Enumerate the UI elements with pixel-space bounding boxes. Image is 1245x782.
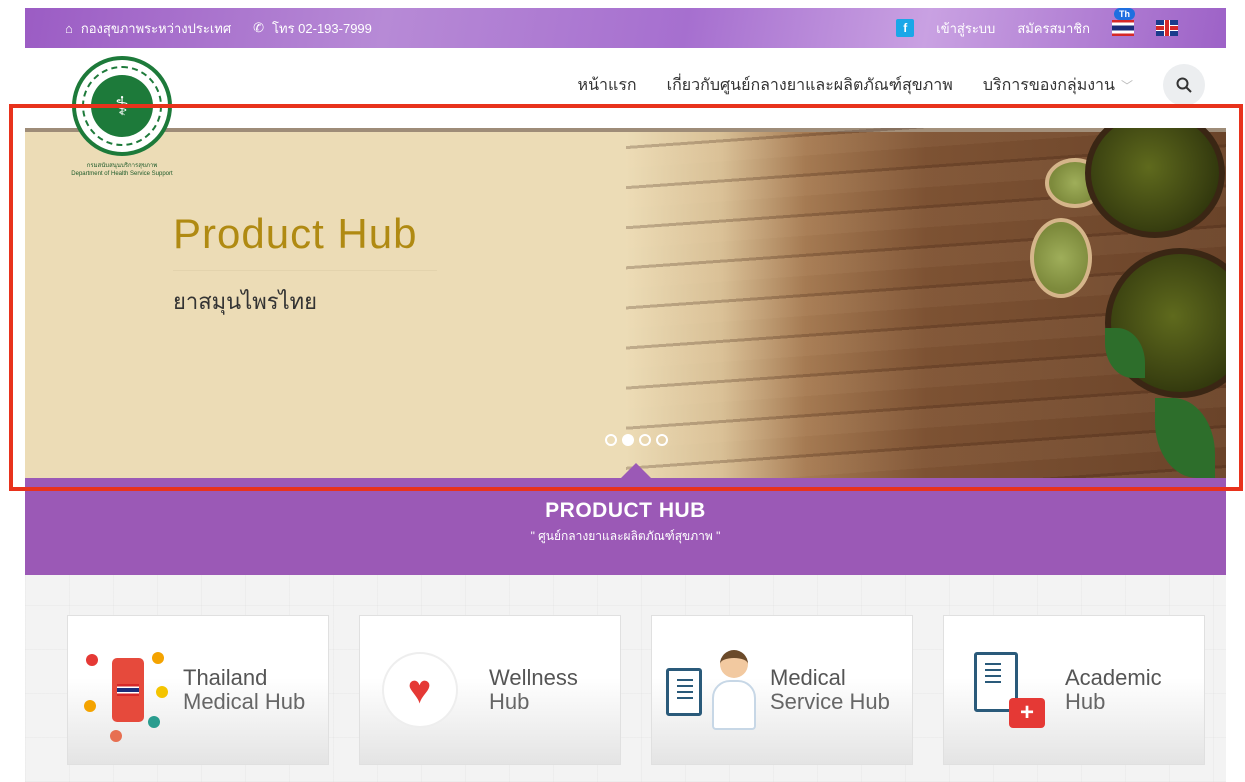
card-1-line-1: Thailand	[183, 665, 268, 690]
search-icon	[1176, 77, 1192, 93]
org-label: กองสุขภาพระหว่างประเทศ	[80, 20, 232, 36]
nav-item-home[interactable]: หน้าแรก	[578, 73, 637, 98]
nav-item-services-label: บริการของกลุ่มงาน	[982, 76, 1115, 94]
slider-dot-4[interactable]	[656, 434, 668, 446]
product-hub-title: PRODUCT HUB	[545, 499, 706, 522]
card-academic-hub[interactable]: + Academic Hub	[943, 615, 1205, 765]
language-badge: Th	[1114, 8, 1135, 20]
slider-dot-2[interactable]	[622, 434, 634, 446]
card-2-line-1: Wellness	[489, 665, 578, 690]
phone-icon: ✆	[253, 20, 265, 35]
org-link[interactable]: ⌂ กองสุขภาพระหว่างประเทศ	[65, 18, 231, 39]
logo-line-2: Department of Health Service Support	[71, 171, 173, 177]
card-1-line-2: Medical Hub	[183, 689, 306, 714]
hero-slider[interactable]: Product Hub ยาสมุนไพรไทย	[25, 128, 1226, 478]
nav-item-about[interactable]: เกี่ยวกับศูนย์กลางยาและผลิตภัณฑ์สุขภาพ	[667, 73, 953, 98]
slider-dots	[605, 434, 668, 446]
product-hub-subtitle: " ศูนย์กลางยาและผลิตภัณฑ์สุขภาพ "	[530, 529, 721, 543]
card-2-line-2: Hub	[489, 689, 530, 714]
slider-dot-3[interactable]	[639, 434, 651, 446]
chevron-down-icon: ﹀	[1120, 78, 1133, 93]
slide-subtitle: ยาสมุนไพรไทย	[173, 289, 318, 314]
banner-arrow-icon	[621, 463, 651, 478]
hub-cards-section: Thailand Medical Hub ♥ Wellness Hub Medi…	[25, 575, 1226, 782]
slider-dot-1[interactable]	[605, 434, 617, 446]
page: ⌂ กองสุขภาพระหว่างประเทศ ✆ โทร 02-193-79…	[0, 0, 1245, 782]
heart-hand-icon: ♥	[372, 630, 467, 750]
herb-spoon-image	[1030, 218, 1092, 298]
uk-flag-icon[interactable]	[1156, 20, 1178, 36]
logo-line-1: กรมสนับสนุนบริการสุขภาพ	[86, 163, 158, 169]
top-bar: ⌂ กองสุขภาพระหว่างประเทศ ✆ โทร 02-193-79…	[25, 8, 1226, 48]
slide-title: Product Hub	[173, 210, 418, 257]
facebook-icon[interactable]: f	[896, 19, 915, 37]
phone-apps-icon	[80, 630, 175, 750]
doctor-icon	[664, 630, 764, 750]
main-nav: หน้าแรก เกี่ยวกับศูนย์กลางยาและผลิตภัณฑ์…	[578, 64, 1205, 106]
phone-link[interactable]: ✆ โทร 02-193-7999	[253, 18, 372, 39]
home-icon: ⌂	[65, 20, 73, 36]
card-3-line-1: Medical	[770, 665, 846, 690]
clipboard-firstaid-icon: +	[956, 630, 1051, 750]
card-4-line-2: Hub	[1065, 689, 1106, 714]
card-wellness-hub[interactable]: ♥ Wellness Hub	[359, 615, 621, 765]
card-thailand-medical-hub[interactable]: Thailand Medical Hub	[67, 615, 329, 765]
card-3-line-2: Service Hub	[770, 689, 890, 714]
slide-divider	[173, 270, 437, 271]
register-link[interactable]: สมัครสมาชิก	[1017, 18, 1090, 39]
phone-label: โทร 02-193-7999	[272, 20, 372, 36]
logo-emblem-icon: ⚕	[72, 56, 172, 156]
search-button[interactable]	[1163, 64, 1205, 106]
card-medical-service-hub[interactable]: Medical Service Hub	[651, 615, 913, 765]
thai-flag-icon[interactable]: Th	[1112, 8, 1135, 36]
login-link[interactable]: เข้าสู่ระบบ	[936, 18, 995, 39]
card-4-line-1: Academic	[1065, 665, 1162, 690]
ministry-logo[interactable]: ⚕ กรมสนับสนุนบริการสุขภาพ Department of …	[52, 56, 192, 178]
product-hub-banner: PRODUCT HUB " ศูนย์กลางยาและผลิตภัณฑ์สุข…	[25, 478, 1226, 575]
nav-item-services[interactable]: บริการของกลุ่มงาน ﹀	[983, 73, 1133, 98]
